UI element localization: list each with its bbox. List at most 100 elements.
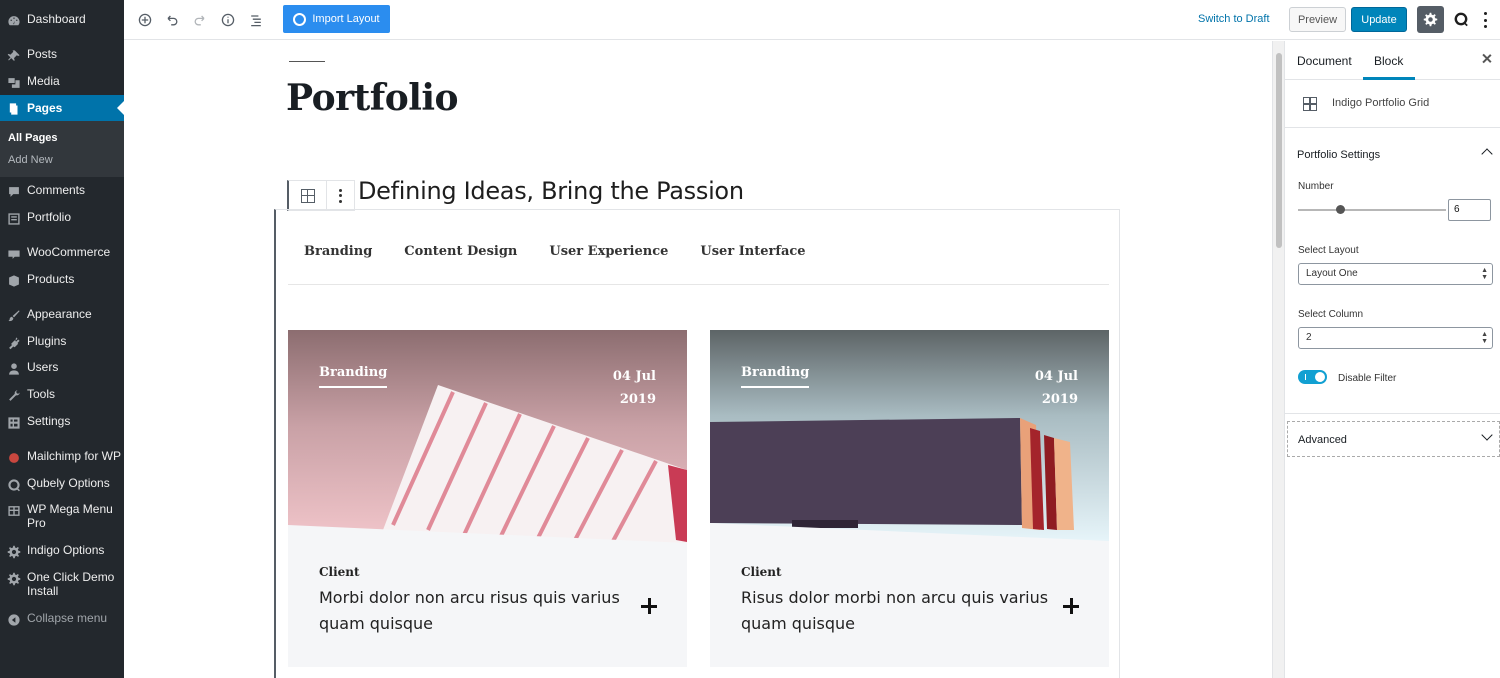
portfolio-grid-block[interactable]: Branding Content Design User Experience … [274, 209, 1120, 678]
filter-tab[interactable]: User Interface [700, 244, 805, 259]
user-icon [6, 361, 21, 376]
menu-item-one-click-demo[interactable]: One Click Demo Install [0, 570, 124, 598]
select-column-dropdown[interactable]: 2 ▲ ▼ [1298, 327, 1493, 349]
portfolio-card[interactable]: Branding 04 Jul 2019 Client Risus dolor … [710, 330, 1109, 667]
card-category[interactable]: Branding [741, 365, 810, 388]
section-heading[interactable]: Defining Ideas, Bring the Passion [358, 177, 744, 205]
menu-label: Comments [27, 183, 86, 197]
block-type-button[interactable] [289, 181, 328, 210]
portfolio-image [710, 330, 1109, 545]
settings-gear-button[interactable] [1417, 6, 1444, 33]
card-date: 04 Jul 2019 [1035, 365, 1078, 411]
qubely-icon [293, 12, 307, 26]
menu-item-mega-menu[interactable]: WP Mega Menu Pro [0, 502, 124, 530]
add-block-icon[interactable] [135, 10, 155, 30]
advanced-panel-toggle[interactable]: Advanced [1287, 421, 1500, 457]
preview-button[interactable]: Preview [1289, 7, 1346, 32]
card-date-day: 04 Jul [612, 369, 656, 384]
menu-label: Tools [27, 387, 56, 401]
card-date: 04 Jul 2019 [613, 365, 656, 411]
close-icon[interactable] [1481, 53, 1493, 65]
menu-label: WP Mega Menu Pro [27, 502, 113, 530]
card-category[interactable]: Branding [319, 365, 388, 388]
menu-item-tools[interactable]: Tools [0, 387, 124, 403]
menu-item-appearance[interactable]: Appearance [0, 307, 124, 323]
import-layout-button[interactable]: Import Layout [283, 5, 390, 33]
menu-label: Mailchimp for WP [27, 449, 122, 463]
mailchimp-icon [6, 450, 21, 465]
products-icon [6, 273, 21, 288]
menu-item-portfolio[interactable]: Portfolio [0, 210, 124, 226]
filter-tab[interactable]: Branding [304, 244, 372, 259]
menu-item-pages[interactable]: Pages [0, 95, 124, 121]
menu-item-settings[interactable]: Settings [0, 414, 124, 430]
menu-item-posts[interactable]: Posts [0, 47, 124, 63]
redo-icon[interactable] [190, 10, 210, 30]
card-date-day: 04 Jul [1034, 369, 1078, 384]
plus-icon[interactable] [1063, 598, 1079, 614]
menu-label: Posts [27, 47, 58, 61]
menu-item-indigo-options[interactable]: Indigo Options [0, 543, 124, 559]
menu-label: Qubely Options [27, 476, 110, 490]
number-slider-handle[interactable] [1336, 205, 1345, 214]
grid-icon [1303, 97, 1317, 111]
submenu-add-new[interactable]: Add New [8, 154, 53, 166]
portfolio-filter-tabs: Branding Content Design User Experience … [304, 244, 806, 259]
number-slider-track[interactable] [1298, 209, 1446, 211]
filter-divider [288, 284, 1109, 285]
scrollbar-thumb[interactable] [1276, 53, 1282, 248]
disable-filter-toggle[interactable] [1298, 370, 1327, 384]
filter-tab[interactable]: User Experience [549, 244, 668, 259]
advanced-label: Advanced [1298, 434, 1347, 446]
brush-icon [6, 308, 21, 323]
menu-item-woocommerce[interactable]: WooCommerce [0, 245, 124, 261]
card-client-label: Client [319, 565, 360, 579]
menu-label: Settings [27, 414, 71, 428]
media-icon [6, 75, 21, 90]
editor-scrollbar[interactable] [1272, 41, 1284, 678]
settings-sidebar: Document Block Indigo Portfolio Grid Por… [1284, 41, 1500, 678]
gear-icon [6, 571, 21, 586]
plus-icon[interactable] [641, 598, 657, 614]
block-more-button[interactable] [327, 181, 354, 210]
menu-item-users[interactable]: Users [0, 360, 124, 376]
menu-label: Plugins [27, 334, 67, 348]
menu-label: Dashboard [27, 12, 86, 26]
page-title[interactable]: Portfolio [286, 77, 459, 119]
menu-item-qubely[interactable]: Qubely Options [0, 476, 124, 492]
dashboard-icon [6, 13, 21, 28]
gear-icon [1423, 12, 1438, 27]
portfolio-settings-header[interactable]: Portfolio Settings [1297, 149, 1380, 161]
portfolio-card[interactable]: Branding 04 Jul 2019 Client Morbi dolor … [288, 330, 687, 667]
select-layout-dropdown[interactable]: Layout One ▲ ▼ [1298, 263, 1493, 285]
portfolio-image [288, 330, 687, 545]
import-layout-label: Import Layout [312, 13, 380, 25]
qubely-icon [6, 477, 21, 492]
menu-label: WooCommerce [27, 245, 111, 259]
tab-block[interactable]: Block [1374, 54, 1403, 68]
undo-icon[interactable] [162, 10, 182, 30]
outline-icon[interactable] [246, 10, 266, 30]
collapse-menu-button[interactable]: Collapse menu [0, 611, 124, 627]
menu-item-mailchimp[interactable]: Mailchimp for WP [0, 449, 124, 465]
menu-item-products[interactable]: Products [0, 272, 124, 288]
menu-item-dashboard[interactable]: Dashboard [0, 12, 124, 28]
more-options-icon[interactable] [1480, 10, 1490, 30]
submenu-all-pages[interactable]: All Pages [8, 132, 58, 144]
menu-item-comments[interactable]: Comments [0, 183, 124, 199]
filter-tab[interactable]: Content Design [404, 244, 517, 259]
number-input[interactable]: 6 [1448, 199, 1491, 221]
switch-to-draft-link[interactable]: Switch to Draft [1198, 13, 1270, 25]
chevron-up-icon[interactable] [1481, 148, 1493, 160]
info-icon[interactable] [218, 10, 238, 30]
tab-document[interactable]: Document [1297, 54, 1352, 68]
update-button[interactable]: Update [1351, 7, 1407, 32]
qubely-panel-icon[interactable] [1453, 11, 1469, 27]
collapse-icon [6, 612, 21, 627]
comment-icon [6, 184, 21, 199]
card-date-year: 2019 [619, 392, 656, 407]
menu-item-media[interactable]: Media [0, 74, 124, 90]
sidebar-tabs: Document Block [1285, 41, 1500, 80]
menu-item-plugins[interactable]: Plugins [0, 334, 124, 350]
menu-label: Products [27, 272, 75, 286]
